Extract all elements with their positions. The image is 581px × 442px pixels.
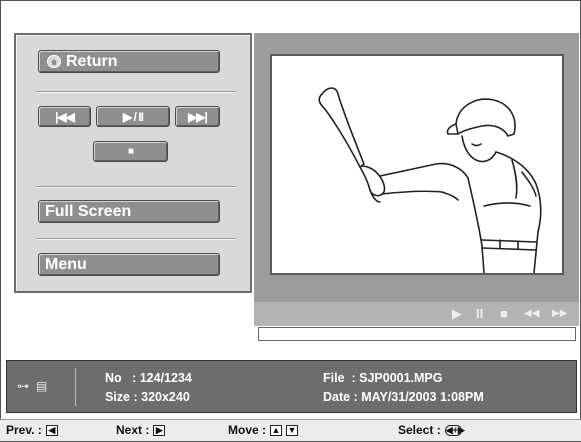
stop-button[interactable]: ■ — [93, 141, 168, 162]
file-info-bar: ⊶ ▤ No : 124/1234 Size : 320x240 File : … — [6, 360, 577, 413]
help-prev: Prev. : ◀ — [6, 423, 58, 437]
divider — [36, 238, 236, 240]
left-arrow-key-icon: ◀ — [45, 424, 58, 436]
help-select: Select : ◀+▶ — [398, 423, 465, 437]
menu-button[interactable]: Menu — [38, 253, 220, 276]
play-icon[interactable]: ▶ — [452, 306, 462, 322]
key-icon: ⊶ — [17, 379, 29, 393]
film-icon: ▤ — [36, 379, 48, 393]
divider — [36, 186, 236, 188]
skip-next-icon: ▶▶| — [188, 109, 208, 124]
divider — [36, 91, 236, 93]
baseball-player-frame — [318, 87, 542, 274]
info-divider — [75, 368, 76, 406]
full-screen-label: Full Screen — [45, 202, 132, 220]
down-arrow-key-icon: ▼ — [286, 424, 299, 436]
help-next: Next : ▶ — [116, 423, 166, 437]
video-screen[interactable] — [270, 54, 564, 275]
pause-icon[interactable]: II — [476, 306, 483, 322]
file-number: No : 124/1234 — [105, 371, 192, 385]
right-arrow-key-icon: ▶ — [153, 424, 166, 436]
return-label: Return — [66, 52, 118, 70]
skip-previous-icon: |◀◀ — [55, 109, 75, 124]
help-move: Move : ▲ ▼ — [228, 423, 299, 437]
select-key-icon: ◀+▶ — [444, 424, 465, 436]
help-move-label: Move : — [228, 423, 267, 437]
stop-icon: ■ — [127, 146, 134, 157]
previous-button[interactable]: |◀◀ — [38, 106, 91, 127]
menu-label: Menu — [45, 255, 87, 273]
rewind-icon[interactable]: ◀◀ — [524, 306, 539, 322]
control-panel: Return |◀◀ ▶ / II ▶▶| ■ Full Screen Menu — [14, 33, 252, 293]
stop-icon[interactable]: ■ — [500, 306, 508, 322]
play-pause-button[interactable]: ▶ / II — [96, 106, 170, 127]
file-size: Size : 320x240 — [105, 390, 190, 404]
next-button[interactable]: ▶▶| — [175, 106, 220, 127]
file-name: File : SJP0001.MPG — [323, 371, 443, 385]
file-date: Date : MAY/31/2003 1:08PM — [323, 390, 484, 404]
up-arrow-key-icon: ▲ — [270, 424, 283, 436]
progress-bar[interactable] — [258, 327, 576, 341]
help-next-label: Next : — [116, 423, 150, 437]
fast-forward-icon[interactable]: ▶▶ — [552, 306, 567, 322]
help-select-label: Select : — [398, 423, 441, 437]
help-prev-label: Prev. : — [6, 423, 42, 437]
return-button[interactable]: Return — [38, 50, 220, 73]
full-screen-button[interactable]: Full Screen — [38, 200, 220, 223]
home-icon — [47, 55, 61, 68]
play-pause-icon: ▶ / II — [123, 109, 144, 124]
key-help-bar: Prev. : ◀ Next : ▶ Move : ▲ ▼ Select : ◀… — [0, 419, 581, 441]
